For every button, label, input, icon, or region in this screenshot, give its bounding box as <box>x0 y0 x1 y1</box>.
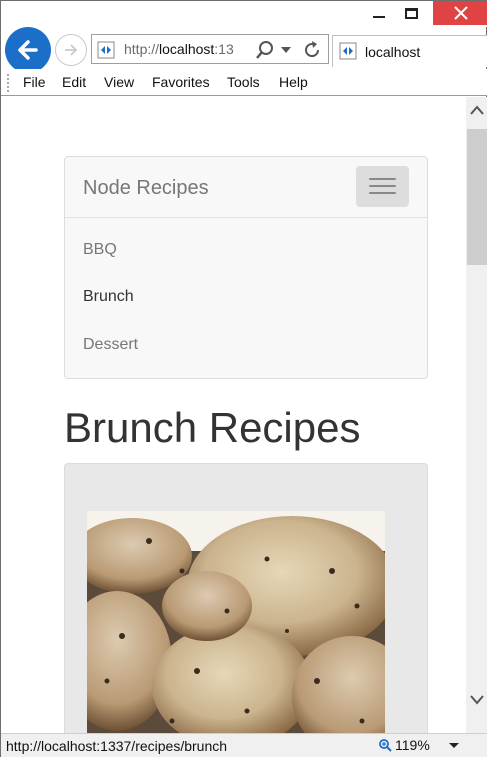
forward-arrow-icon <box>65 44 78 56</box>
close-icon <box>453 6 468 20</box>
navbar-header: Node Recipes <box>65 157 427 218</box>
nav-link-dessert[interactable]: Dessert <box>83 336 138 354</box>
nav-link-brunch[interactable]: Brunch <box>83 288 134 306</box>
menu-tools[interactable]: Tools <box>227 74 260 90</box>
address-bar[interactable]: http://localhost:13 <box>91 34 329 64</box>
site-navbar: Node Recipes BBQ Brunch Dessert <box>64 156 428 379</box>
menu-edit[interactable]: Edit <box>62 74 86 90</box>
scroll-thumb[interactable] <box>467 129 487 265</box>
refresh-icon[interactable] <box>302 40 322 60</box>
hamburger-icon <box>369 192 396 194</box>
back-arrow-icon <box>18 40 38 60</box>
menu-file[interactable]: File <box>23 74 46 90</box>
tab-title: localhost <box>365 44 421 60</box>
zoom-level: 119% <box>395 737 430 753</box>
menu-view[interactable]: View <box>104 74 134 90</box>
page-viewport: Node Recipes BBQ Brunch Dessert Brunch R… <box>1 97 466 733</box>
tab-localhost[interactable]: localhost <box>332 35 487 67</box>
hamburger-icon <box>369 178 396 180</box>
forward-button[interactable] <box>55 34 87 66</box>
close-button[interactable] <box>433 1 487 25</box>
scroll-down-icon <box>470 695 484 705</box>
page-favicon-icon <box>97 41 115 59</box>
title-bar <box>1 1 487 27</box>
browser-window: http://localhost:13 localhost File Edit … <box>0 0 487 757</box>
recipe-image[interactable] <box>87 511 385 733</box>
page-favicon-icon <box>339 42 357 60</box>
minimize-icon <box>373 16 385 18</box>
brand-link[interactable]: Node Recipes <box>83 177 209 200</box>
dropdown-icon[interactable] <box>281 47 291 53</box>
status-bar: http://localhost:1337/recipes/brunch 119… <box>1 733 487 757</box>
navbar-toggle-button[interactable] <box>356 166 409 207</box>
menu-help[interactable]: Help <box>279 74 308 90</box>
zoom-magnifier-icon <box>379 739 392 752</box>
scroll-up-icon <box>470 105 484 115</box>
scroll-down-button[interactable] <box>466 695 487 717</box>
back-button[interactable] <box>5 27 51 73</box>
page-title: Brunch Recipes <box>64 404 361 451</box>
vertical-scrollbar[interactable] <box>466 97 487 733</box>
recipe-card <box>64 463 428 733</box>
menu-grip <box>7 74 9 92</box>
menu-favorites[interactable]: Favorites <box>152 74 210 90</box>
url-prefix: http:// <box>124 41 160 57</box>
url-host: localhost <box>159 41 215 57</box>
zoom-dropdown-icon[interactable] <box>449 743 459 748</box>
scroll-up-button[interactable] <box>466 105 487 127</box>
hamburger-icon <box>369 185 396 187</box>
search-icon[interactable] <box>255 40 275 60</box>
navigation-bar: http://localhost:13 localhost <box>1 27 487 73</box>
menu-bar: File Edit View Favorites Tools Help <box>1 69 487 96</box>
status-url: http://localhost:1337/recipes/brunch <box>6 738 228 754</box>
zoom-control[interactable]: 119% <box>378 737 430 753</box>
maximize-button[interactable] <box>396 1 426 25</box>
nav-link-bbq[interactable]: BBQ <box>83 241 117 259</box>
address-url[interactable]: http://localhost:13 <box>124 41 244 57</box>
url-rest: :13 <box>214 41 234 57</box>
minimize-button[interactable] <box>364 1 394 25</box>
scones-photo <box>87 511 385 733</box>
maximize-icon <box>404 7 418 19</box>
